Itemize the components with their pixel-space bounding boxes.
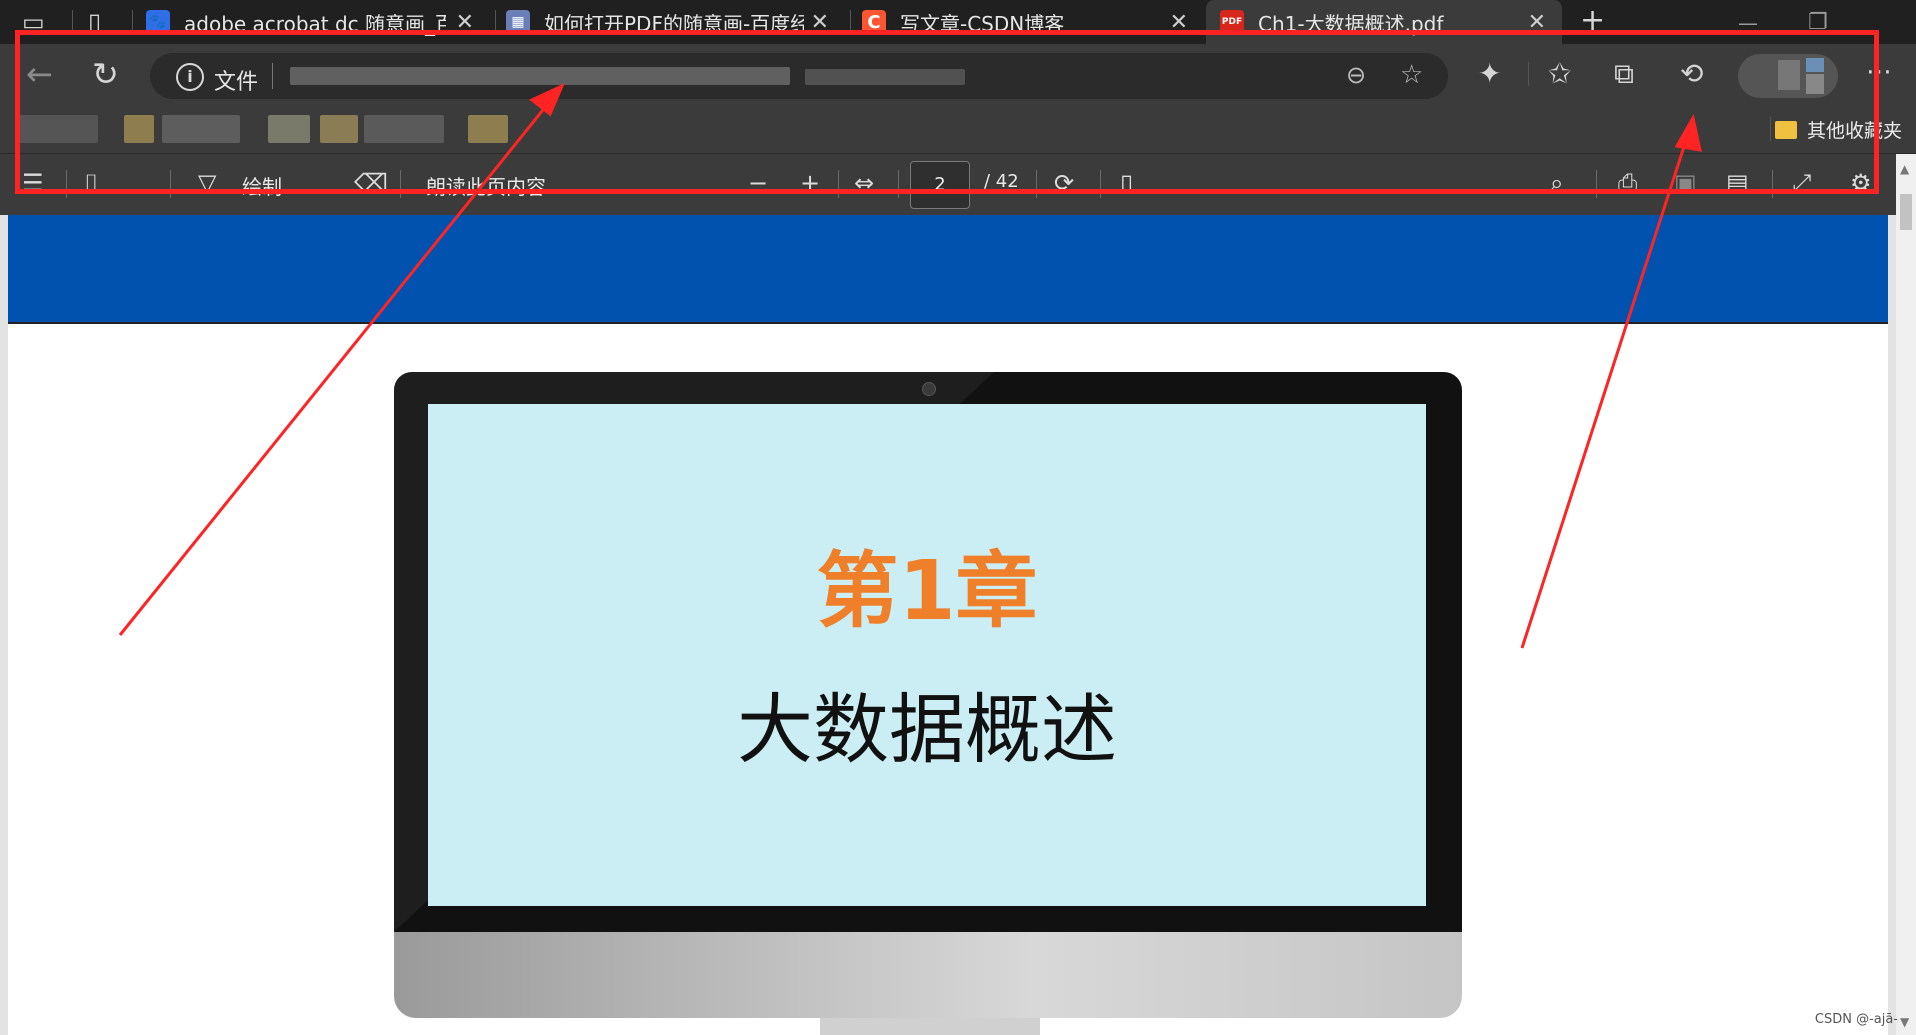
- arrow-right: [1520, 127, 1692, 649]
- arrow-left: [118, 94, 557, 636]
- arrow-right-head: [1674, 113, 1702, 152]
- csdn-watermark: CSDN @-ajā-: [1814, 1012, 1898, 1027]
- arrow-left-head: [529, 82, 565, 117]
- annotation-arrows: [118, 82, 1702, 649]
